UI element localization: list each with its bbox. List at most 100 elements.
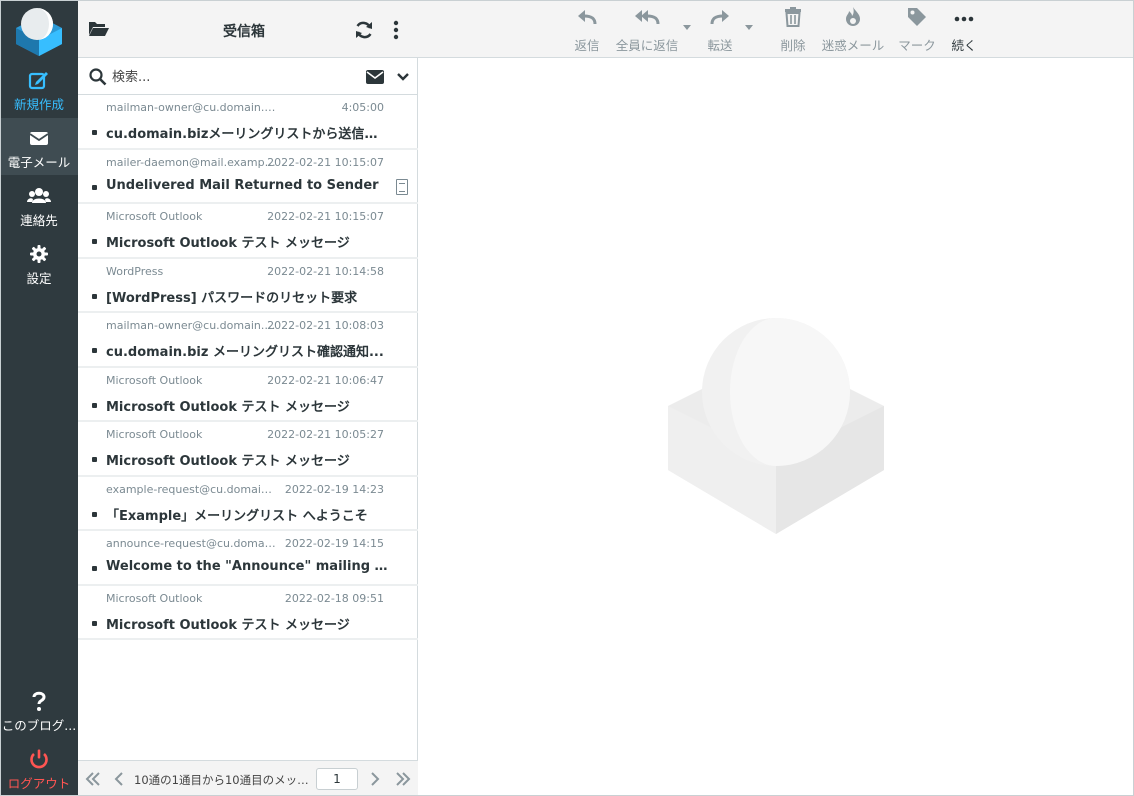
reply-all-button[interactable]: 全員に返信 (614, 6, 680, 54)
unread-dot-icon[interactable] (92, 402, 97, 408)
search-bar (78, 59, 418, 95)
message-row[interactable]: Microsoft Outlook 2022-02-21 10:06:47 Micr… (78, 368, 418, 422)
next-page-icon[interactable] (366, 770, 384, 788)
message-date: 2022-02-18 09:51 (284, 591, 384, 605)
page-number: 1 (333, 772, 341, 786)
message-row[interactable]: announce-request@cu.domain... 2022-02-19 … (78, 531, 418, 586)
message-subject: Microsoft Outlook テスト メッセージ (106, 617, 350, 633)
message-date: 4:05:00 (341, 101, 384, 114)
menu-dots-icon[interactable] (392, 20, 400, 40)
message-sender: Microsoft Outlook (106, 591, 203, 605)
unread-dot-icon[interactable] (92, 239, 97, 244)
message-content-pane: 返信 全員に返信 転送 削除 迷惑メール マーク 続く (418, 0, 1134, 796)
folder-title: 受信箱 (223, 24, 265, 40)
unread-dot-icon[interactable] (92, 620, 97, 626)
unread-dot-icon[interactable] (92, 566, 97, 571)
message-row[interactable]: WordPress 2022-02-21 10:14:58 [WordPress] … (78, 259, 418, 313)
chevron-down-icon[interactable] (397, 72, 409, 82)
sidebar-item-label: 新規作成 (13, 97, 64, 112)
power-icon (0, 748, 78, 770)
envelope-filter-icon[interactable] (366, 70, 384, 84)
reply-all-dropdown-caret[interactable] (683, 25, 691, 30)
mark-button[interactable]: マーク (896, 6, 938, 54)
more-button[interactable]: 続く (948, 6, 980, 54)
message-date: 2022-02-21 10:08:03 (267, 319, 384, 332)
message-list-panel: 受信箱 mailman-owner@cu.domain.biz 4:05:00 cu… (78, 0, 418, 796)
message-subject: Microsoft Outlook テスト メッセージ (106, 236, 350, 251)
message-sender: mailman-owner@cu.domain.biz (106, 319, 276, 332)
last-page-icon[interactable] (394, 770, 412, 788)
message-subject: Microsoft Outlook テスト メッセージ (106, 399, 350, 415)
unread-dot-icon[interactable] (92, 293, 97, 299)
message-sender: example-request@cu.domain... (106, 482, 276, 496)
page-number-input[interactable]: 1 (316, 768, 358, 790)
message-date: 2022-02-21 10:15:07 (267, 155, 384, 169)
unread-dot-icon[interactable] (92, 130, 97, 135)
search-input[interactable] (112, 66, 352, 88)
sidebar-item-label: 設定 (26, 271, 52, 286)
reply-label: 返信 (574, 38, 600, 53)
pagination-bar: 10通の1通目から10通目のメッセージ 1 (78, 760, 418, 796)
gear-icon (0, 243, 78, 265)
sidebar-item-label: このブログ... (1, 718, 77, 733)
delete-label: 削除 (780, 38, 806, 53)
unread-dot-icon[interactable] (92, 457, 97, 462)
more-dots-icon (948, 6, 980, 30)
message-sender: Microsoft Outlook (106, 210, 203, 223)
message-subject: [WordPress] パスワードのリセット要求 (106, 290, 358, 306)
roundcube-watermark-logo (668, 318, 884, 534)
sidebar-item-settings[interactable]: 設定 (0, 234, 78, 291)
compose-icon (0, 69, 78, 91)
unread-dot-icon[interactable] (92, 348, 97, 353)
message-sender: Microsoft Outlook (106, 373, 203, 387)
pager-count-text: 10通の1通目から10通目のメッセージ (134, 773, 312, 787)
users-icon (0, 185, 78, 207)
sidebar-item-about[interactable]: このブログ... (0, 681, 78, 738)
reply-button[interactable]: 返信 (570, 6, 604, 54)
tag-icon (896, 6, 938, 30)
message-row[interactable]: mailman-owner@cu.domain.biz 2022-02-21 10… (78, 313, 418, 368)
message-row[interactable]: mailman-owner@cu.domain.biz 4:05:00 cu.dom… (78, 95, 418, 150)
sidebar-item-mail[interactable]: 電子メール (0, 118, 78, 175)
message-row[interactable]: mailer-daemon@mail.example.com2022-02-21… (78, 150, 418, 204)
message-subject: cu.domain.bizメーリングリストから送信確認... (106, 127, 388, 142)
junk-label: 迷惑メール (821, 38, 885, 53)
sidebar-item-compose[interactable]: 新規作成 (0, 60, 78, 117)
message-date: 2022-02-19 14:15 (284, 537, 384, 550)
message-row[interactable]: Microsoft Outlook 2022-02-21 10:15:07 Micr… (78, 204, 418, 259)
sidebar-item-contacts[interactable]: 連絡先 (0, 176, 78, 233)
trash-icon (776, 6, 810, 30)
junk-button[interactable]: 迷惑メール (820, 6, 886, 54)
previous-page-icon[interactable] (110, 770, 128, 788)
sidebar-item-logout[interactable]: ログアウト (0, 739, 78, 796)
forward-dropdown-caret[interactable] (745, 25, 753, 30)
reply-icon (570, 6, 604, 30)
list-header: 受信箱 (78, 0, 418, 58)
forward-label: 転送 (707, 38, 733, 53)
sidebar-item-label: 電子メール (7, 155, 71, 170)
message-sender: Microsoft Outlook (106, 428, 203, 441)
message-sender: announce-request@cu.domain... (106, 537, 276, 550)
delete-button[interactable]: 削除 (776, 6, 810, 54)
message-toolbar: 返信 全員に返信 転送 削除 迷惑メール マーク 続く (418, 0, 1134, 58)
question-icon (0, 690, 78, 712)
more-label: 続く (951, 38, 977, 53)
message-subject: 「Example」メーリングリスト へようこそ (106, 508, 368, 524)
roundcube-logo[interactable] (12, 4, 66, 58)
unread-dot-icon[interactable] (92, 184, 97, 190)
folder-open-icon[interactable] (88, 20, 110, 38)
reply-all-icon (614, 6, 680, 30)
refresh-icon[interactable] (354, 20, 374, 40)
forward-icon (704, 6, 736, 30)
message-row[interactable]: Microsoft Outlook 2022-02-18 09:51 Microso… (78, 586, 418, 640)
sidebar-item-label: ログアウト (7, 776, 71, 791)
unread-dot-icon[interactable] (92, 511, 97, 517)
forward-button[interactable]: 転送 (704, 6, 736, 54)
envelope-icon (0, 127, 78, 149)
first-page-icon[interactable] (84, 770, 102, 788)
message-sender: WordPress (106, 264, 164, 278)
message-row[interactable]: example-request@cu.domain... 2022-02-19 1… (78, 477, 418, 531)
message-row[interactable]: Microsoft Outlook 2022-02-21 10:05:27 Micr… (78, 422, 418, 477)
message-subject: Welcome to the "Announce" mailing list (106, 559, 388, 574)
sidebar-item-label: 連絡先 (20, 213, 58, 228)
